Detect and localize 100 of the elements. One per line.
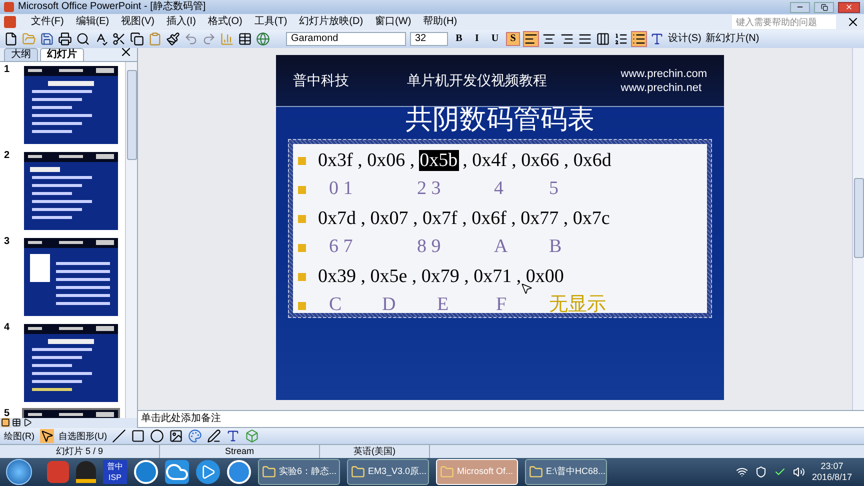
font-color-icon[interactable] — [226, 429, 240, 443]
digit-label: F — [496, 293, 508, 318]
digit-label: 4 — [494, 177, 504, 202]
clock-time: 23:07 — [820, 461, 844, 472]
new-slide-button[interactable]: 新幻灯片(N) — [705, 34, 760, 44]
digit-label: 0 1 — [329, 177, 354, 202]
clipboard-icon[interactable] — [148, 32, 162, 46]
digit-label: 8 9 — [417, 235, 442, 260]
align-right-icon[interactable] — [560, 32, 574, 46]
font-field[interactable]: Garamond — [286, 32, 406, 46]
code-text: 0x3f , 0x06 , — [318, 150, 415, 171]
menu-item[interactable]: 编辑(E) — [70, 17, 114, 27]
menu-item[interactable]: 窗口(W) — [370, 17, 416, 27]
menu-item[interactable]: 文件(F) — [26, 17, 69, 27]
rectangle-icon[interactable] — [131, 429, 145, 443]
slide-title: 共阴数码管码表 — [404, 104, 596, 134]
oval-icon[interactable] — [150, 429, 164, 443]
code-text: , 0x4f , 0x66 , 0x6d — [462, 150, 612, 171]
sorter-view-icon[interactable] — [12, 418, 21, 427]
bullet-icon — [298, 214, 306, 222]
image-icon[interactable] — [169, 429, 183, 443]
paintbrush-icon[interactable] — [166, 32, 180, 46]
shield-icon[interactable] — [754, 466, 767, 478]
menu-item[interactable]: 工具(T) — [249, 17, 292, 27]
close-icon[interactable] — [846, 15, 860, 29]
restore-icon — [820, 4, 828, 10]
bullet-icon — [298, 244, 306, 252]
slide-number: 5 — [4, 408, 11, 418]
search-icon[interactable] — [76, 32, 90, 46]
play-icon[interactable] — [196, 460, 220, 484]
window-icon — [440, 465, 454, 479]
bullet-icon — [298, 156, 306, 164]
window-icon — [262, 465, 276, 479]
volume-icon[interactable] — [792, 466, 805, 478]
isp-app-icon[interactable]: 普中 ISP — [103, 460, 127, 484]
line-icon[interactable] — [112, 429, 126, 443]
digit-label: E — [437, 293, 450, 318]
spell-check-icon[interactable] — [94, 32, 108, 46]
pointer-icon[interactable] — [40, 429, 54, 443]
menu-item[interactable]: 视图(V) — [116, 17, 160, 27]
draw-menu-button[interactable]: 绘图(R) — [4, 432, 34, 440]
table-icon[interactable] — [238, 32, 252, 46]
digit-label: 5 — [549, 177, 558, 202]
slide-number: 4 — [4, 322, 11, 335]
bullet-icon — [298, 272, 306, 280]
columns-icon[interactable] — [596, 32, 610, 46]
align-left-icon[interactable] — [524, 32, 538, 46]
window-icon — [529, 465, 543, 479]
menu-item[interactable]: 帮助(H) — [418, 17, 462, 27]
website-url: www.prechin.com — [620, 66, 707, 80]
menu-item[interactable]: 幻灯片放映(D) — [294, 17, 368, 27]
slideshow-icon[interactable] — [23, 418, 32, 427]
panel-tab[interactable]: 幻灯片 — [40, 48, 84, 61]
close-button[interactable] — [838, 2, 860, 12]
redo-icon[interactable] — [202, 32, 216, 46]
panel-tab[interactable]: 大纲 — [4, 48, 38, 61]
copy-icon[interactable] — [130, 32, 144, 46]
start-button[interactable] — [6, 459, 32, 485]
menu-item[interactable]: 插入(I) — [161, 17, 201, 27]
text-style-button[interactable]: I — [470, 32, 484, 46]
restore-button[interactable] — [814, 2, 834, 12]
text-style-button[interactable]: S — [506, 32, 520, 46]
font-size-field[interactable]: 32 — [410, 32, 448, 46]
font-color-icon[interactable] — [650, 32, 664, 46]
scissors-icon[interactable] — [112, 32, 126, 46]
autoshapes-menu-button[interactable]: 自选图形(U) — [58, 432, 107, 440]
taskbar-window[interactable]: E:\普中HC68... — [525, 459, 607, 485]
3d-box-icon[interactable] — [245, 429, 259, 443]
menu-item[interactable]: 格式(O) — [202, 17, 248, 27]
taskbar-window[interactable]: 实验6：静态... — [258, 459, 340, 485]
code-text: 0x39 , 0x5e , 0x79 , 0x71 , 0x00 — [318, 266, 564, 287]
text-style-button[interactable]: U — [488, 32, 502, 46]
line-color-icon[interactable] — [207, 429, 221, 443]
globe-icon[interactable] — [256, 32, 270, 46]
help-search-field[interactable]: 键入需要帮助的问题 — [732, 15, 836, 29]
cursor-icon — [520, 282, 533, 295]
text-box[interactable]: 0x3f , 0x06 , 0x5b , 0x4f , 0x66 , 0x6d 0 1 2 3 4 5 0x7d , 0x07 , 0x7f , 0x6f , 0x77 , 0x7c 6 7 8 9 A B 0x39 , 0x5e , 0x79 , 0x71 , 0x00 C D E F 无显示 — [288, 139, 712, 318]
numbered-list-icon[interactable] — [614, 32, 628, 46]
taskbar-window[interactable]: EM3_V3.0原... — [347, 459, 429, 485]
slide-number: 3 — [4, 236, 11, 249]
bullet-icon — [298, 186, 306, 194]
cloud-icon[interactable] — [165, 460, 189, 484]
notes-field[interactable]: 单击此处添加备注 — [138, 410, 864, 428]
normal-view-icon[interactable] — [1, 418, 10, 427]
design-button[interactable]: 设计(S) — [668, 34, 702, 44]
website-url: www.prechin.net — [620, 80, 703, 94]
close-icon — [845, 3, 853, 11]
scrollbar[interactable] — [852, 48, 864, 410]
minimize-button[interactable] — [790, 2, 810, 12]
text-style-button[interactable]: B — [452, 32, 466, 46]
new-file-icon[interactable] — [4, 32, 18, 46]
check-icon[interactable] — [774, 466, 786, 478]
scrollbar[interactable] — [125, 62, 137, 418]
fill-color-icon[interactable] — [188, 429, 202, 443]
bulleted-list-icon[interactable] — [632, 32, 646, 46]
align-center-icon[interactable] — [542, 32, 556, 46]
printer-icon[interactable] — [58, 32, 72, 46]
justify-icon[interactable] — [578, 32, 592, 46]
close-icon[interactable] — [119, 45, 133, 59]
save-icon[interactable] — [40, 32, 54, 46]
